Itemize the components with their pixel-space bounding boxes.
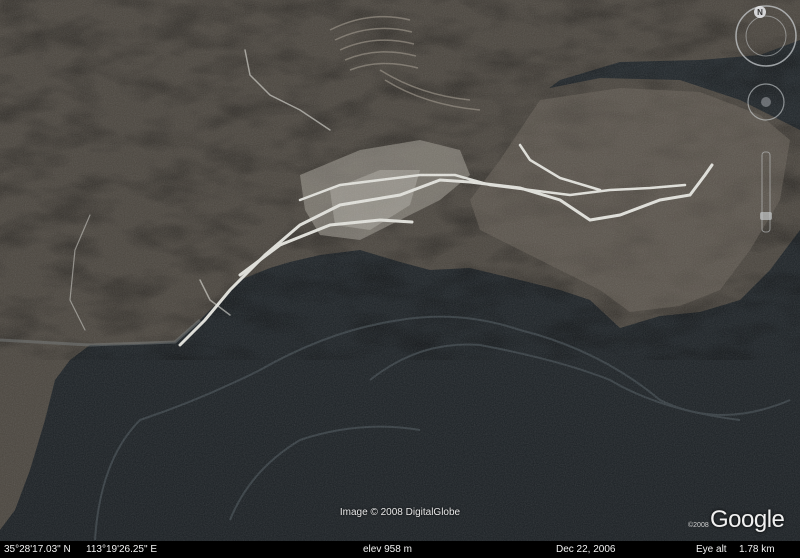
image-grain [0,0,800,558]
status-bar: 35°28'17.03" N 113°19'26.25" E elev 958 … [0,541,800,558]
imagery-date: Dec 22, 2006 [556,544,616,555]
satellite-map-view[interactable]: N Image © 2008 DigitalGlobe ©2008 Google… [0,0,800,558]
longitude-readout: 113°19'26.25" E [86,544,157,555]
compass-ring[interactable] [735,5,797,67]
look-joystick[interactable] [747,83,785,121]
elevation-readout: elev 958 m [363,544,412,555]
latitude-readout: 35°28'17.03" N [4,544,71,555]
eye-altitude-value: 1.78 km [739,544,775,555]
logo-copyright-year: ©2008 [688,522,709,529]
satellite-imagery[interactable] [0,0,800,558]
imagery-credit: Image © 2008 DigitalGlobe [339,507,461,518]
logo-wordmark: Google [710,506,785,533]
zoom-slider[interactable] [760,151,772,233]
navigation-controls[interactable]: N [734,2,798,242]
zoom-slider-thumb[interactable] [760,212,772,220]
compass-north-label: N [757,8,763,17]
eye-altitude-label: Eye alt [696,544,727,555]
